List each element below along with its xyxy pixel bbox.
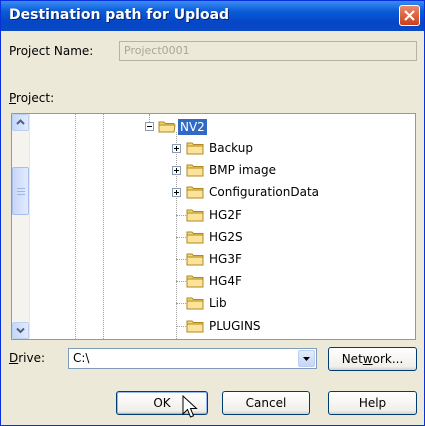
collapse-icon[interactable] bbox=[145, 122, 154, 131]
tree-vertical-scrollbar[interactable] bbox=[12, 114, 30, 339]
help-button[interactable]: Help bbox=[328, 391, 417, 415]
project-name-label: Project Name: bbox=[9, 44, 94, 58]
chevron-up-icon bbox=[16, 119, 25, 125]
tree-node-label: BMP image bbox=[209, 163, 277, 177]
tree-node-configurationdata[interactable]: ConfigurationData bbox=[172, 183, 372, 201]
tree-node-label: NV2 bbox=[178, 119, 207, 135]
dropdown-arrow-icon bbox=[303, 357, 310, 361]
tree-node-hg2f[interactable]: HG2F bbox=[172, 206, 372, 224]
tree-node-bmp-image[interactable]: BMP image bbox=[172, 161, 372, 179]
tree-node-label: ConfigurationData bbox=[209, 185, 320, 199]
tree-guide-line bbox=[176, 259, 186, 261]
expand-icon[interactable] bbox=[172, 144, 181, 153]
folder-icon bbox=[186, 209, 204, 222]
folder-icon bbox=[186, 297, 204, 310]
tree-guide-line bbox=[103, 114, 105, 339]
tree-node-label: HG3F bbox=[209, 252, 242, 266]
expand-icon[interactable] bbox=[172, 166, 181, 175]
folder-icon bbox=[186, 320, 204, 333]
tree-guide-line bbox=[176, 237, 186, 239]
tree-node-nv2[interactable]: NV2 bbox=[144, 118, 344, 136]
tree-node-label: PLUGINS bbox=[209, 319, 261, 333]
close-button[interactable] bbox=[399, 5, 420, 26]
cancel-button[interactable]: Cancel bbox=[222, 391, 310, 415]
folder-icon bbox=[186, 231, 204, 244]
drive-dropdown-button[interactable] bbox=[298, 350, 315, 367]
tree-node-hg3f[interactable]: HG3F bbox=[172, 250, 372, 268]
tree-node-lib[interactable]: Lib bbox=[172, 294, 372, 312]
scroll-thumb[interactable] bbox=[12, 167, 29, 215]
title-bar[interactable]: Destination path for Upload bbox=[1, 1, 424, 31]
dialog-title: Destination path for Upload bbox=[9, 7, 230, 23]
folder-icon bbox=[186, 142, 204, 155]
scroll-up-button[interactable] bbox=[12, 114, 29, 131]
drive-select[interactable]: C:\ bbox=[68, 348, 317, 369]
tree-node-hg2s[interactable]: HG2S bbox=[172, 228, 372, 246]
tree-node-label: Lib bbox=[209, 296, 227, 310]
folder-open-icon bbox=[158, 121, 176, 133]
scroll-down-button[interactable] bbox=[12, 322, 29, 339]
tree-guide-line bbox=[176, 215, 186, 217]
folder-icon bbox=[186, 253, 204, 266]
tree-guide-line bbox=[176, 303, 186, 305]
expand-icon[interactable] bbox=[172, 188, 181, 197]
folder-icon bbox=[186, 186, 204, 199]
tree-guide-line bbox=[75, 114, 77, 339]
tree-node-label: HG2F bbox=[209, 208, 242, 222]
project-folder-tree[interactable]: NV2 Backup BMP image ConfigurationData HG2F… bbox=[11, 113, 416, 340]
mouse-cursor-icon bbox=[182, 395, 198, 418]
network-button[interactable]: Network... bbox=[328, 347, 417, 371]
drive-value: C:\ bbox=[73, 351, 90, 365]
drive-label: Drive: bbox=[9, 351, 46, 365]
tree-node-label: HG2S bbox=[209, 230, 243, 244]
tree-node-hg4f[interactable]: HG4F bbox=[172, 272, 372, 290]
folder-icon bbox=[186, 164, 204, 177]
tree-guide-line bbox=[176, 281, 186, 283]
tree-node-backup[interactable]: Backup bbox=[172, 139, 372, 157]
close-icon bbox=[404, 10, 415, 21]
tree-node-plugins[interactable]: PLUGINS bbox=[172, 317, 372, 335]
project-name-field: Project0001 bbox=[119, 41, 417, 61]
tree-guide-line bbox=[176, 326, 186, 328]
tree-node-label: HG4F bbox=[209, 274, 242, 288]
upload-destination-dialog: Destination path for Upload Project Name… bbox=[0, 0, 425, 426]
chevron-down-icon bbox=[16, 327, 25, 334]
tree-node-label: Backup bbox=[209, 141, 253, 155]
project-label: Project: bbox=[9, 91, 55, 105]
folder-icon bbox=[186, 275, 204, 288]
